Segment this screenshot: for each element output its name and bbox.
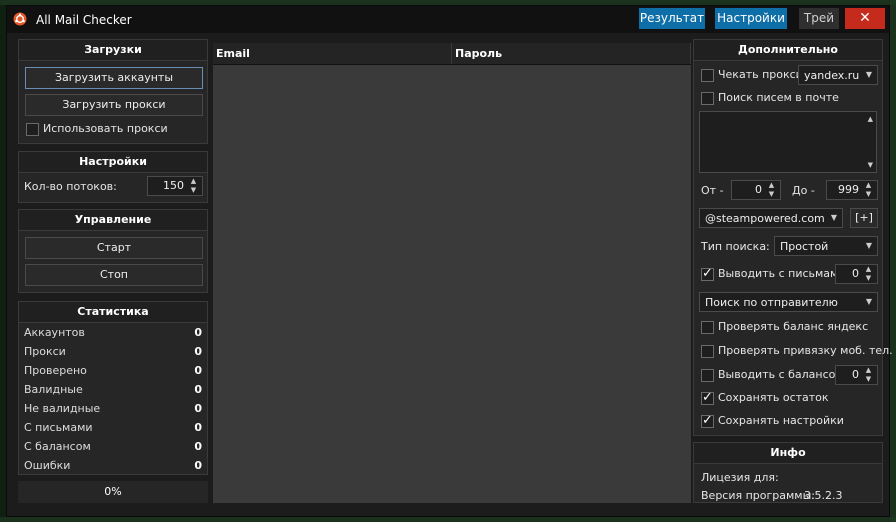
search-type-combo[interactable]: Простой ▼ bbox=[774, 236, 878, 256]
spin-arrows-icon[interactable]: ▲ ▼ bbox=[863, 265, 874, 283]
check-phone-label: Проверять привязку моб. тел. bbox=[718, 344, 893, 357]
to-label: До - bbox=[792, 184, 815, 197]
window-title: All Mail Checker bbox=[36, 13, 132, 27]
control-panel: Управление Старт Стоп bbox=[18, 209, 208, 293]
to-value: 999 bbox=[838, 183, 859, 196]
chevron-down-icon: ▼ bbox=[865, 297, 872, 306]
with-balance-checkbox[interactable] bbox=[701, 369, 714, 382]
save-settings-label: Сохранять настройки bbox=[718, 414, 844, 427]
stat-row-invalid: Не валидные 0 bbox=[24, 402, 202, 415]
scroll-down-icon[interactable]: ▼ bbox=[868, 161, 873, 169]
grid-column-password[interactable]: Пароль bbox=[452, 43, 691, 64]
sender-search-combo[interactable]: Поиск по отправителю ▼ bbox=[699, 292, 878, 312]
spin-arrows-icon[interactable]: ▲ ▼ bbox=[188, 177, 199, 195]
with-balance-label: Выводить с балансом bbox=[718, 368, 844, 381]
proxy-site-value: yandex.ru bbox=[804, 69, 860, 82]
result-button[interactable]: Результат bbox=[639, 8, 705, 29]
proxy-site-combo[interactable]: yandex.ru ▼ bbox=[798, 65, 878, 85]
spin-arrows-icon[interactable]: ▲ ▼ bbox=[863, 366, 874, 384]
from-value: 0 bbox=[755, 183, 762, 196]
check-phone-checkbox[interactable] bbox=[701, 345, 714, 358]
with-letters-value: 0 bbox=[852, 267, 859, 280]
add-domain-button[interactable]: [+] bbox=[850, 208, 878, 228]
check-proxies-checkbox[interactable] bbox=[701, 69, 714, 82]
threads-value: 150 bbox=[163, 179, 184, 192]
settings-panel-title: Настройки bbox=[19, 152, 207, 173]
desktop-background-right bbox=[890, 0, 896, 522]
with-balance-value: 0 bbox=[852, 368, 859, 381]
with-letters-spinbox[interactable]: 0 ▲ ▼ bbox=[835, 264, 878, 284]
stat-row-with-balance: С балансом 0 bbox=[24, 440, 202, 453]
grid-column-email[interactable]: Email bbox=[213, 43, 452, 64]
domain-combo[interactable]: @steampowered.com ▼ bbox=[699, 208, 843, 228]
check-proxies-label: Чекать прокси bbox=[718, 68, 803, 81]
stat-row-checked: Проверено 0 bbox=[24, 364, 202, 377]
start-button[interactable]: Старт bbox=[25, 237, 203, 259]
search-type-value: Простой bbox=[780, 240, 829, 253]
search-text-area[interactable]: ▲ ▼ bbox=[699, 111, 877, 173]
app-logo-icon bbox=[13, 12, 27, 26]
use-proxies-checkbox[interactable] bbox=[26, 123, 39, 136]
settings-button[interactable]: Настройки bbox=[715, 8, 787, 29]
stat-row-valid: Валидные 0 bbox=[24, 383, 202, 396]
stat-row-errors: Ошибки 0 bbox=[24, 459, 202, 472]
load-accounts-button[interactable]: Загрузить аккаунты bbox=[25, 67, 203, 89]
spin-arrows-icon[interactable]: ▲ ▼ bbox=[863, 181, 874, 199]
version-label: Версия программы: bbox=[701, 489, 816, 502]
info-panel: Инфо Лицезия для: Версия программы: 3.5.… bbox=[693, 442, 883, 503]
with-letters-checkbox[interactable] bbox=[701, 266, 714, 281]
to-spinbox[interactable]: 999 ▲ ▼ bbox=[826, 180, 878, 200]
sender-search-value: Поиск по отправителю bbox=[705, 296, 838, 309]
accounts-grid[interactable]: Email Пароль bbox=[213, 43, 691, 503]
stat-row-accounts: Аккаунтов 0 bbox=[24, 326, 202, 339]
extra-panel: Дополнительно Чекать прокси yandex.ru ▼ … bbox=[693, 39, 893, 436]
tray-button[interactable]: Трей bbox=[799, 8, 839, 29]
app-window: All Mail Checker Результат Настройки Тре… bbox=[6, 5, 893, 517]
close-button[interactable]: ✕ bbox=[845, 8, 885, 29]
chevron-down-icon: ▼ bbox=[865, 241, 872, 250]
domain-value: @steampowered.com bbox=[705, 212, 825, 225]
desktop-background-bottom bbox=[0, 517, 896, 522]
stat-row-with-letters: С письмами 0 bbox=[24, 421, 202, 434]
with-letters-label: Выводить с письмами bbox=[718, 267, 846, 280]
use-proxies-label: Использовать прокси bbox=[43, 122, 168, 135]
check-yandex-balance-checkbox[interactable] bbox=[701, 321, 714, 334]
info-panel-title: Инфо bbox=[694, 443, 882, 464]
with-balance-spinbox[interactable]: 0 ▲ ▼ bbox=[835, 365, 878, 385]
check-yandex-balance-label: Проверять баланс яндекс bbox=[718, 320, 869, 333]
search-mail-label: Поиск писем в почте bbox=[718, 91, 839, 104]
titlebar: All Mail Checker Результат Настройки Тре… bbox=[7, 6, 889, 33]
downloads-panel: Загрузки Загрузить аккаунты Загрузить пр… bbox=[18, 39, 208, 144]
control-panel-title: Управление bbox=[19, 210, 207, 231]
search-type-label: Тип поиска: bbox=[701, 240, 770, 253]
settings-panel: Настройки Кол-во потоков: 150 ▲ ▼ bbox=[18, 151, 208, 203]
stats-panel-title: Статистика bbox=[19, 302, 207, 323]
stop-button[interactable]: Стоп bbox=[25, 264, 203, 286]
save-rest-label: Сохранять остаток bbox=[718, 391, 829, 404]
from-spinbox[interactable]: 0 ▲ ▼ bbox=[731, 180, 781, 200]
stat-row-proxies: Прокси 0 bbox=[24, 345, 202, 358]
threads-label: Кол-во потоков: bbox=[24, 180, 117, 193]
save-rest-checkbox[interactable] bbox=[701, 390, 714, 405]
from-label: От - bbox=[701, 184, 724, 197]
chevron-down-icon: ▼ bbox=[830, 213, 837, 222]
spin-arrows-icon[interactable]: ▲ ▼ bbox=[766, 181, 777, 199]
threads-spinbox[interactable]: 150 ▲ ▼ bbox=[147, 176, 203, 196]
save-settings-checkbox[interactable] bbox=[701, 413, 714, 428]
search-mail-checkbox[interactable] bbox=[701, 92, 714, 105]
license-label: Лицезия для: bbox=[701, 471, 779, 484]
load-proxies-button[interactable]: Загрузить прокси bbox=[25, 94, 203, 116]
stats-panel: Статистика Аккаунтов 0 Прокси 0 Проверено 0… bbox=[18, 301, 208, 475]
version-value: 3.5.2.3 bbox=[804, 489, 843, 502]
scroll-up-icon[interactable]: ▲ bbox=[868, 115, 873, 123]
downloads-panel-title: Загрузки bbox=[19, 40, 207, 61]
chevron-down-icon: ▼ bbox=[865, 70, 872, 79]
extra-panel-title: Дополнительно bbox=[694, 40, 882, 61]
grid-header: Email Пароль bbox=[213, 43, 691, 65]
progress-bar: 0% bbox=[18, 481, 208, 503]
